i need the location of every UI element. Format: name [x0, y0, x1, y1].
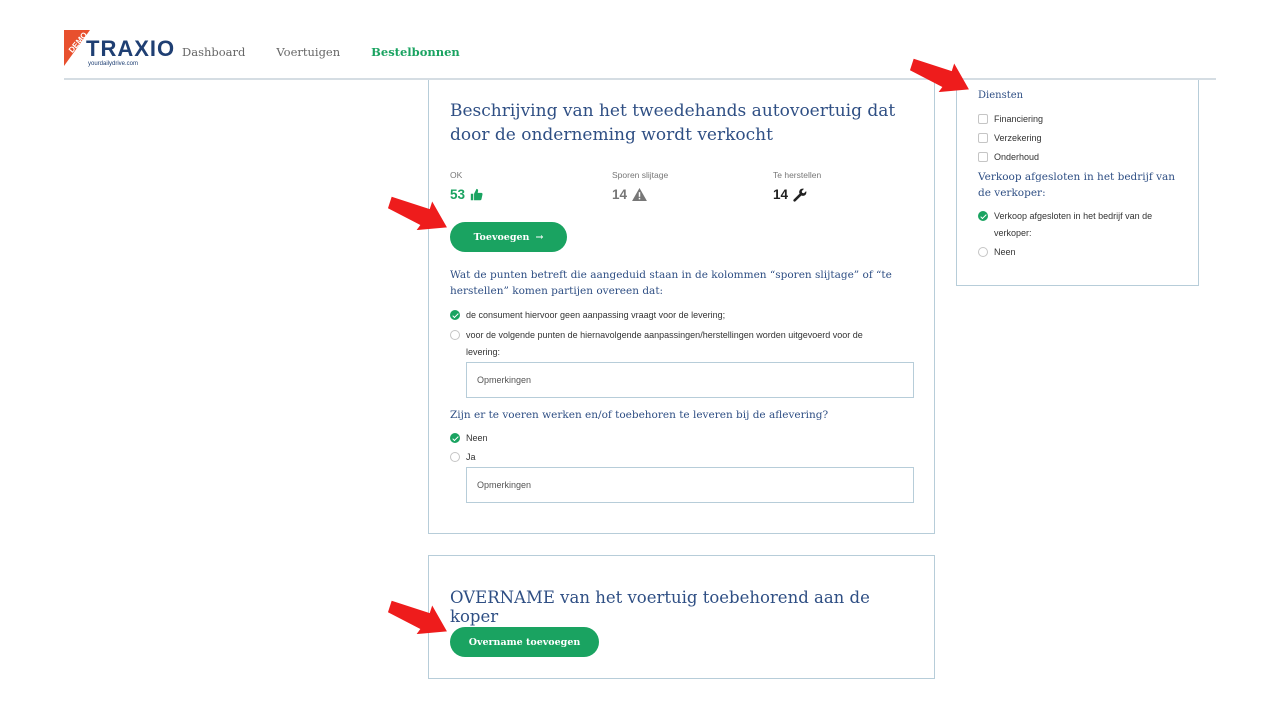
wrench-icon — [793, 188, 807, 202]
stat-fix-value: 14 — [773, 187, 789, 202]
q1-option-no-adjustment[interactable]: de consument hiervoor geen aanpassing vr… — [450, 307, 890, 324]
q1-option-label: voor de volgende punten de hiernavolgend… — [466, 330, 863, 357]
service-label: Onderhoud — [994, 152, 1040, 162]
sale-option-yes[interactable]: Verkoop afgesloten in het bedrijf van de… — [978, 208, 1178, 242]
overname-title: OVERNAME van het voertuig toebehorend aa… — [450, 588, 870, 626]
radio-unchecked-icon[interactable] — [978, 247, 988, 257]
traxio-logo[interactable]: DEMO TRAXIO yourdailydrive.com — [64, 28, 174, 68]
service-verzekering[interactable]: Verzekering — [978, 130, 1178, 147]
q1-option-label: de consument hiervoor geen aanpassing vr… — [466, 310, 726, 320]
stat-fix-label: Te herstellen — [773, 170, 822, 180]
vehicle-description-card: Beschrijving van het tweedehands autovoe… — [428, 80, 935, 534]
red-arrow-icon — [910, 58, 969, 92]
stat-fix: Te herstellen 14 — [773, 170, 821, 202]
radio-unchecked-icon[interactable] — [450, 452, 460, 462]
overname-card: OVERNAME van het voertuig toebehorend aa… — [428, 555, 935, 679]
checkbox-icon[interactable] — [978, 133, 988, 143]
stat-wear-value-wrap: 14 — [612, 187, 668, 202]
stat-fix-value-wrap: 14 — [773, 187, 821, 202]
radio-checked-icon[interactable] — [450, 433, 460, 443]
sale-option-label: Verkoop afgesloten in het bedrijf van de… — [994, 211, 1153, 238]
q2-option-neen[interactable]: Neen — [450, 430, 890, 447]
nav-dashboard[interactable]: Dashboard — [182, 45, 245, 59]
logo-text: TRAXIO — [86, 36, 176, 61]
red-arrow-icon — [388, 600, 447, 634]
red-arrow-icon — [388, 196, 447, 230]
stat-ok-value-wrap: 53 — [450, 187, 483, 202]
services-title: Diensten — [978, 90, 1024, 101]
service-label: Financiering — [994, 114, 1044, 124]
arrow-right-icon: → — [535, 231, 544, 243]
checkbox-icon[interactable] — [978, 114, 988, 124]
service-label: Verzekering — [994, 133, 1042, 143]
add-overname-label: Overname toevoegen — [468, 636, 581, 648]
add-button-label: Toevoegen — [473, 231, 530, 243]
works-question: Zijn er te voeren werken en/of toebehore… — [450, 409, 829, 421]
stat-wear: Sporen slijtage 14 — [612, 170, 668, 202]
nav-bestelbonnen[interactable]: Bestelbonnen — [371, 45, 460, 59]
stat-wear-value: 14 — [612, 187, 628, 202]
stat-ok-label: OK — [450, 170, 463, 180]
add-button[interactable]: Toevoegen → — [450, 222, 567, 252]
q2-option-label: Ja — [466, 452, 476, 462]
stat-ok: OK 53 — [450, 170, 483, 202]
main-nav: Dashboard Voertuigen Bestelbonnen — [182, 45, 460, 59]
q1-option-adjustments[interactable]: voor de volgende punten de hiernavolgend… — [450, 327, 890, 361]
radio-unchecked-icon[interactable] — [450, 330, 460, 340]
nav-voertuigen[interactable]: Voertuigen — [276, 45, 340, 59]
radio-checked-icon[interactable] — [978, 211, 988, 221]
stat-ok-value: 53 — [450, 187, 466, 202]
remarks-input-1[interactable]: Opmerkingen — [466, 362, 914, 398]
stat-wear-label: Sporen slijtage — [612, 170, 669, 180]
remarks-input-2[interactable]: Opmerkingen — [466, 467, 914, 503]
warning-icon — [632, 188, 647, 201]
agreement-question: Wat de punten betreft die aangeduid staa… — [450, 269, 892, 297]
logo-subtitle: yourdailydrive.com — [88, 61, 139, 67]
sale-option-neen[interactable]: Neen — [978, 244, 1178, 261]
top-navigation: DEMO TRAXIO yourdailydrive.com Dashboard… — [64, 24, 1216, 80]
add-overname-button[interactable]: Overname toevoegen — [450, 627, 599, 657]
vehicle-description-title: Beschrijving van het tweedehands autovoe… — [450, 101, 896, 145]
sale-option-label: Neen — [994, 247, 1016, 257]
q2-option-label: Neen — [466, 433, 488, 443]
sale-location-question: Verkoop afgesloten in het bedrijf van de… — [978, 171, 1176, 199]
radio-checked-icon[interactable] — [450, 310, 460, 320]
service-financiering[interactable]: Financiering — [978, 111, 1178, 128]
q2-option-ja[interactable]: Ja — [450, 449, 890, 466]
thumbs-up-icon — [470, 188, 483, 201]
checkbox-icon[interactable] — [978, 152, 988, 162]
service-onderhoud[interactable]: Onderhoud — [978, 149, 1178, 166]
services-card: Diensten Financiering Verzekering Onderh… — [956, 80, 1199, 286]
